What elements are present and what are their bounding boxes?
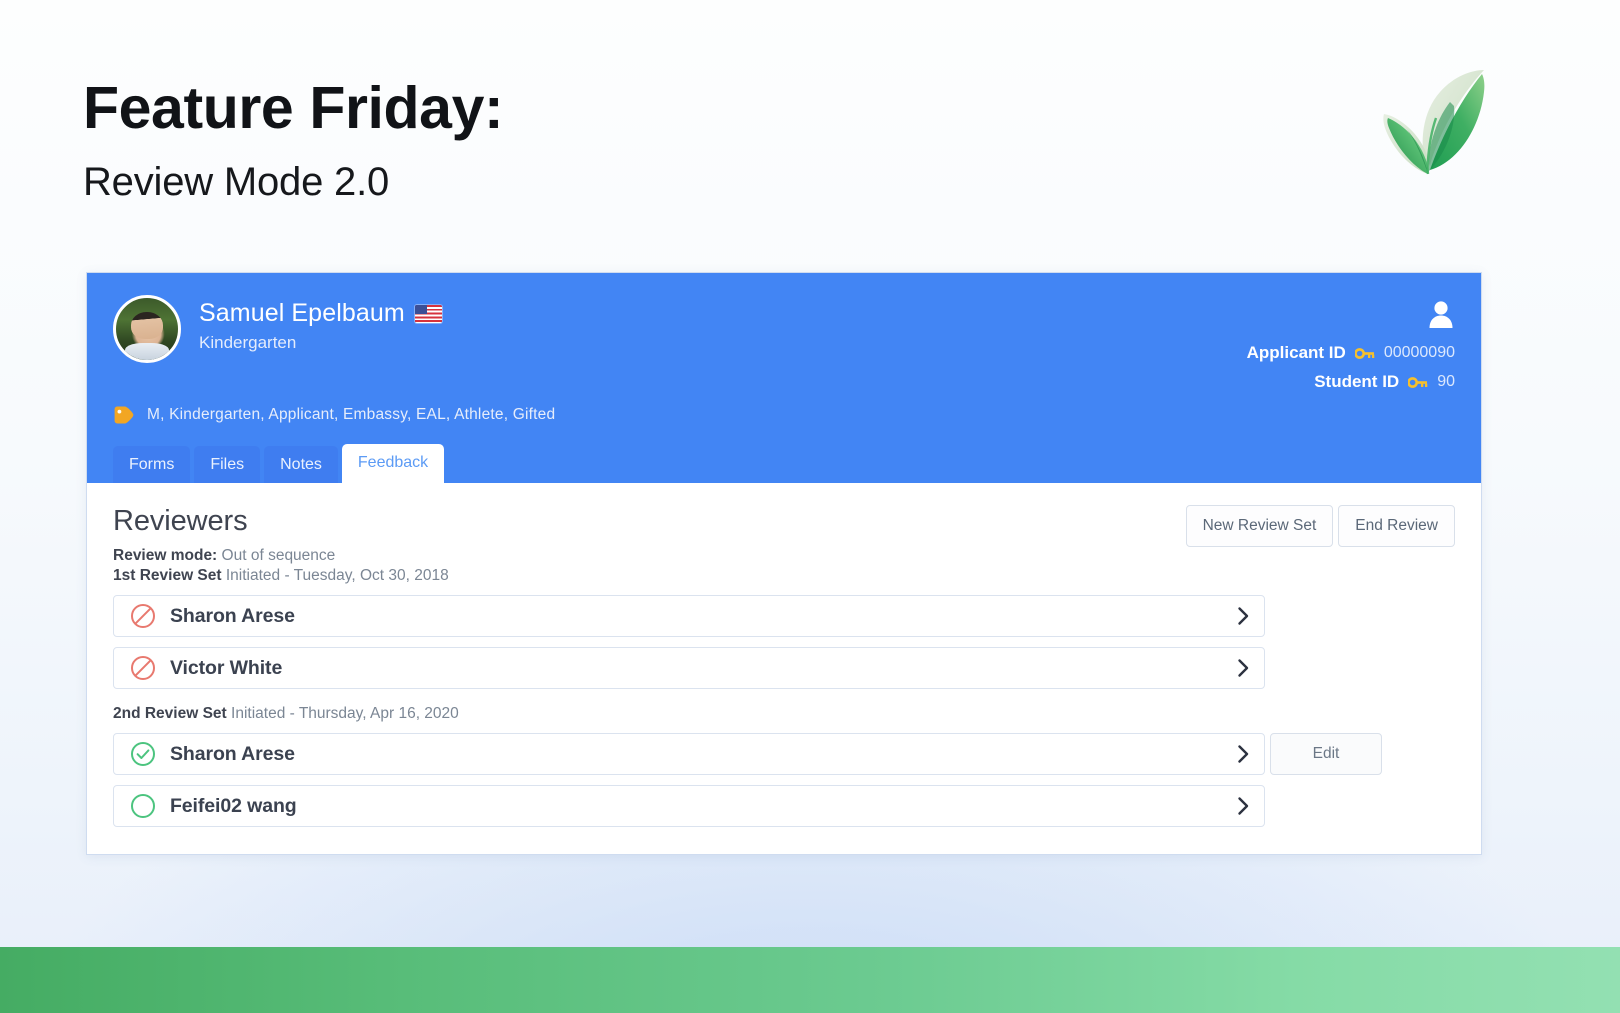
end-review-button[interactable]: End Review: [1338, 505, 1455, 547]
edit-button[interactable]: Edit: [1270, 733, 1382, 775]
reviewer-name: Sharon Arese: [170, 604, 295, 627]
reviewer-item: Victor White: [113, 647, 1455, 689]
student-name: Samuel Epelbaum: [199, 299, 405, 327]
bottom-green-band: [0, 947, 1620, 1013]
tags-text: M, Kindergarten, Applicant, Embassy, EAL…: [147, 406, 556, 423]
table-row[interactable]: Feifei02 wang: [113, 785, 1265, 827]
panel-actions: New Review Set End Review: [1185, 505, 1455, 547]
applicant-id-value: 00000090: [1383, 344, 1455, 361]
applicant-id-row: Applicant ID 00000090: [1247, 343, 1455, 363]
green-leaf-checkmark-logo: [1366, 68, 1488, 178]
review-set-1-line: 1st Review Set Initiated - Tuesday, Oct …: [113, 567, 1455, 585]
chevron-right-icon[interactable]: [1237, 796, 1250, 816]
student-grade: Kindergarten: [199, 333, 297, 352]
review-set-2-label: 2nd Review Set: [113, 705, 227, 722]
table-row[interactable]: Sharon Arese: [113, 595, 1265, 637]
tab-files[interactable]: Files: [194, 445, 261, 483]
review-mode-label: Review mode:: [113, 547, 218, 564]
table-row[interactable]: Victor White: [113, 647, 1265, 689]
profile-header: Samuel Epelbaum Kindergarten Applicant I…: [87, 273, 1481, 483]
blocked-circle-icon: [131, 604, 155, 628]
reviewer-name: Sharon Arese: [170, 742, 295, 765]
tab-feedback[interactable]: Feedback: [341, 443, 445, 483]
applicant-id-label: Applicant ID: [1246, 343, 1346, 362]
new-review-set-button[interactable]: New Review Set: [1185, 505, 1334, 547]
chevron-right-icon[interactable]: [1237, 744, 1250, 764]
empty-circle-icon: [131, 794, 155, 818]
reviewer-item: Feifei02 wang: [113, 785, 1455, 827]
feedback-panel: New Review Set End Review Reviewers Revi…: [87, 483, 1481, 854]
person-icon[interactable]: [1427, 299, 1455, 334]
us-flag-icon: [414, 304, 442, 323]
reviewer-item: Sharon Arese: [113, 595, 1455, 637]
chevron-right-icon[interactable]: [1237, 606, 1250, 626]
key-icon: [1354, 347, 1375, 359]
slide-headings: Feature Friday: Review Mode 2.0: [83, 75, 504, 205]
reviewer-name: Feifei02 wang: [170, 794, 297, 817]
review-set-1-label: 1st Review Set: [113, 567, 222, 584]
page-title: Feature Friday:: [83, 75, 504, 141]
table-row[interactable]: Sharon Arese: [113, 733, 1265, 775]
tag-icon: [114, 406, 134, 424]
chevron-right-icon[interactable]: [1237, 658, 1250, 678]
student-name-row: Samuel Epelbaum: [199, 299, 442, 328]
check-circle-icon: [131, 742, 155, 766]
student-id-row: Student ID 90: [1247, 372, 1455, 392]
reviewer-item: Sharon Arese Edit: [113, 733, 1455, 775]
review-set-2-line: 2nd Review Set Initiated - Thursday, Apr…: [113, 705, 1455, 723]
review-set-2-meta: Initiated - Thursday, Apr 16, 2020: [231, 705, 459, 722]
student-id-value: 90: [1437, 373, 1455, 390]
review-mode-value: Out of sequence: [221, 547, 336, 564]
reviewer-name: Victor White: [170, 656, 283, 679]
name-block: Samuel Epelbaum Kindergarten: [199, 295, 442, 353]
review-mode-line: Review mode: Out of sequence: [113, 547, 1455, 565]
page-subtitle: Review Mode 2.0: [83, 159, 390, 204]
tab-bar: Forms Files Notes Feedback: [113, 443, 445, 483]
tab-forms[interactable]: Forms: [113, 445, 191, 483]
student-photo-avatar: [113, 295, 181, 363]
review-set-1-meta: Initiated - Tuesday, Oct 30, 2018: [225, 567, 449, 584]
tags-row: M, Kindergarten, Applicant, Embassy, EAL…: [113, 405, 555, 425]
id-list: Applicant ID 00000090 Student ID 90: [1247, 343, 1455, 392]
tab-notes[interactable]: Notes: [264, 445, 338, 483]
student-id-label: Student ID: [1314, 372, 1400, 391]
key-icon: [1408, 376, 1428, 388]
application-window: Samuel Epelbaum Kindergarten Applicant I…: [86, 272, 1482, 855]
blocked-circle-icon: [131, 656, 155, 680]
